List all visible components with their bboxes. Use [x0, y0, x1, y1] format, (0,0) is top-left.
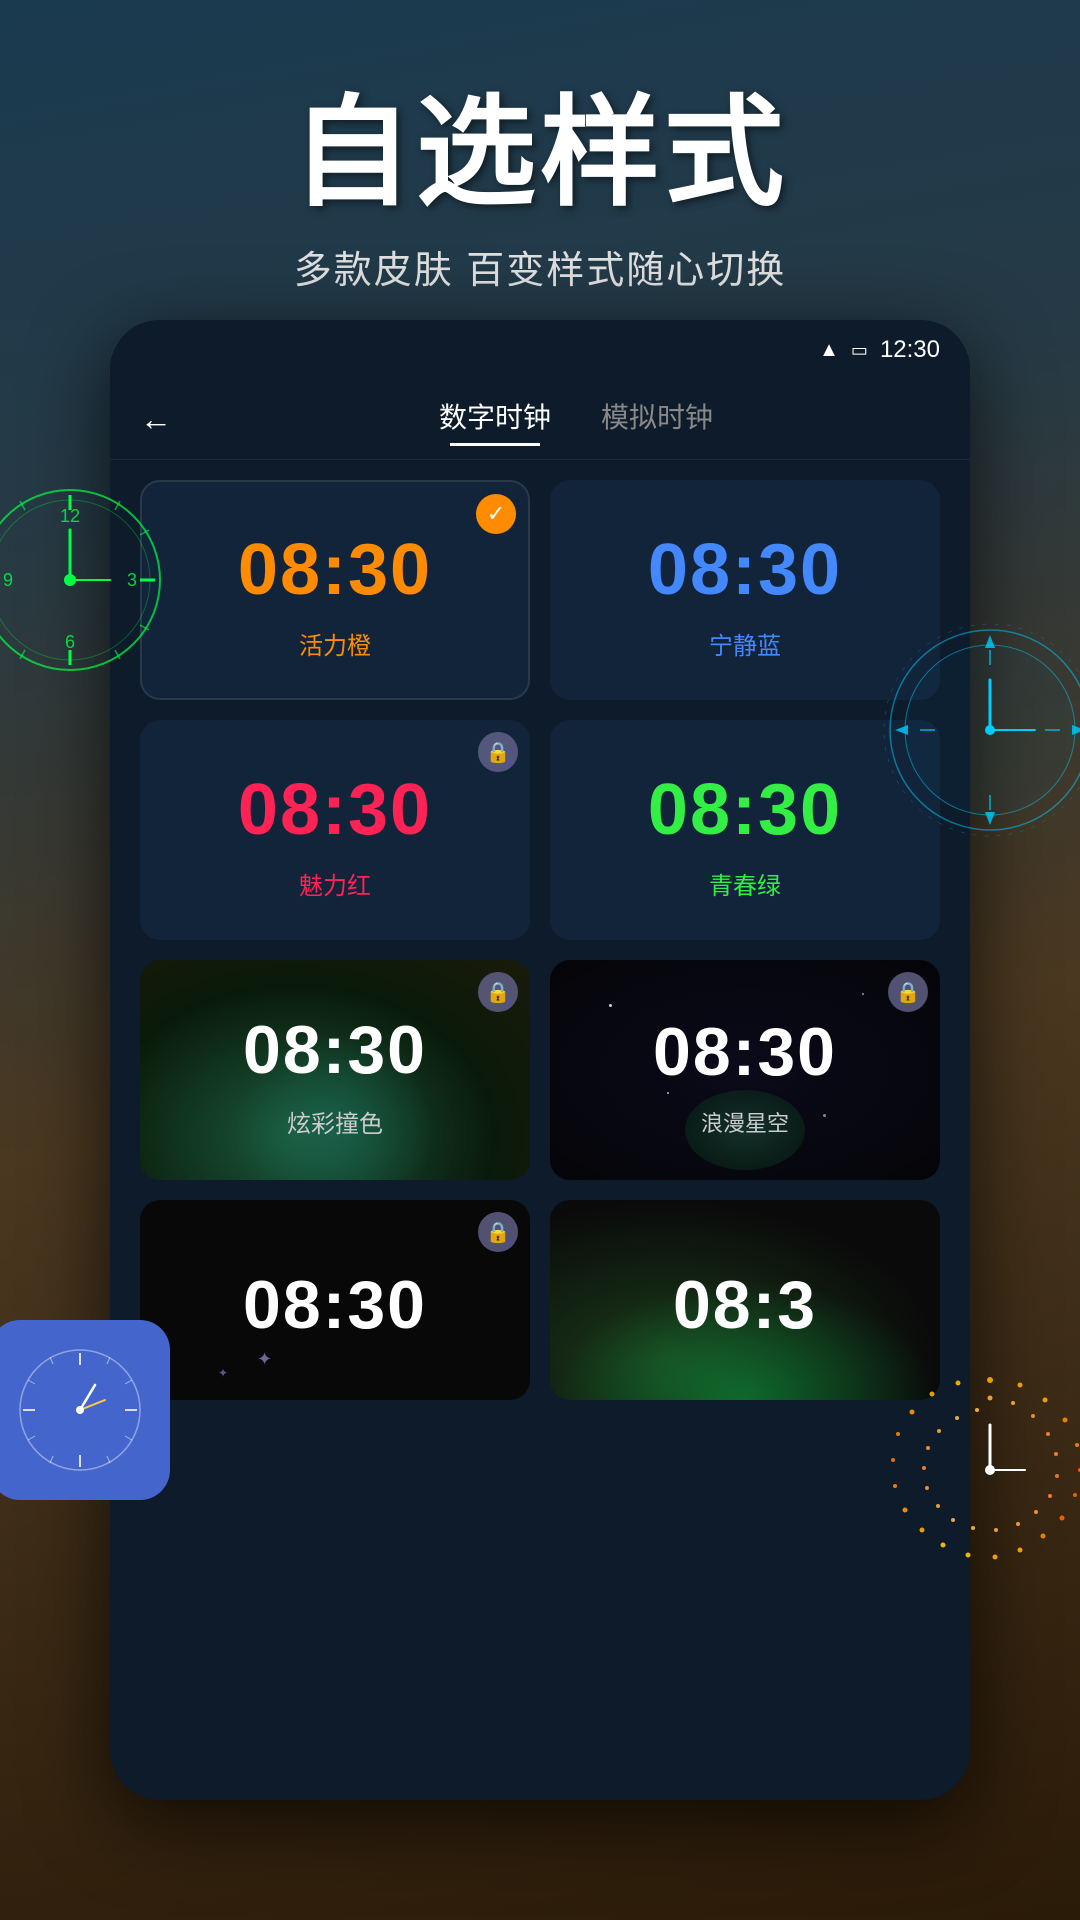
svg-text:12: 12: [60, 506, 80, 526]
phone-mockup: ▲ ▭ 12:30 ← 数字时钟 模拟时钟 ✓ 08:30 活力橙 08:30 …: [110, 320, 970, 1800]
main-title: 自选样式: [292, 87, 788, 219]
clock-grid: ✓ 08:30 活力橙 08:30 宁静蓝 🔒 08:30 魅力红 08:30 …: [110, 460, 970, 1200]
float-clock-cyan: [880, 620, 1080, 840]
clock-time-orange: 08:30: [238, 529, 432, 611]
nav-tabs: 数字时钟 模拟时钟: [212, 396, 940, 444]
float-clock-green: 12 3 6 9: [0, 480, 170, 680]
clock-grid-bottom: 🔒 08:30 ✦ ✦ 08:3: [110, 1200, 970, 1420]
clock-label-blue: 宁静蓝: [709, 626, 781, 661]
nav-bar: ← 数字时钟 模拟时钟: [110, 380, 970, 460]
clock-card-colorful[interactable]: 🔒 08:30 炫彩撞色: [140, 960, 530, 1180]
clock-label-space: 浪漫星空: [701, 1106, 789, 1138]
signal-icon: ▲: [819, 339, 839, 362]
subtitle: 多款皮肤 百变样式随心切换: [294, 239, 787, 294]
svg-text:3: 3: [127, 570, 137, 590]
float-clock-blue-square: [0, 1320, 170, 1500]
clock-time-colorful: 08:30: [243, 1011, 427, 1089]
tab-digital[interactable]: 数字时钟: [439, 396, 551, 444]
clock-card-red[interactable]: 🔒 08:30 魅力红: [140, 720, 530, 940]
back-button[interactable]: ←: [140, 401, 172, 438]
lock-badge-dark1: 🔒: [478, 1212, 518, 1252]
clock-time-green: 08:30: [648, 769, 842, 851]
svg-text:9: 9: [3, 570, 13, 590]
clock-time-dark1: 08:30: [243, 1266, 427, 1344]
status-time: 12:30: [880, 336, 940, 364]
clock-label-green: 青春绿: [709, 866, 781, 901]
lock-badge-colorful: 🔒: [478, 972, 518, 1012]
clock-label-colorful: 炫彩撞色: [287, 1104, 383, 1139]
selected-badge: ✓: [476, 494, 516, 534]
status-bar: ▲ ▭ 12:30: [110, 320, 970, 380]
clock-label-red: 魅力红: [299, 866, 371, 901]
clock-time-galaxy: 08:3: [673, 1266, 817, 1344]
clock-time-space: 08:30: [653, 1013, 837, 1091]
svg-text:6: 6: [65, 632, 75, 652]
lock-badge-red: 🔒: [478, 732, 518, 772]
clock-card-dark1[interactable]: 🔒 08:30 ✦ ✦: [140, 1200, 530, 1400]
battery-icon: ▭: [851, 340, 868, 361]
clock-card-orange[interactable]: ✓ 08:30 活力橙: [140, 480, 530, 700]
clock-time-blue: 08:30: [648, 529, 842, 611]
tab-analog[interactable]: 模拟时钟: [601, 396, 713, 444]
clock-label-orange: 活力橙: [299, 626, 371, 661]
clock-card-space[interactable]: 🔒 08:30 浪漫星空: [550, 960, 940, 1180]
clock-time-red: 08:30: [238, 769, 432, 851]
float-clock-spiral: [880, 1360, 1080, 1580]
